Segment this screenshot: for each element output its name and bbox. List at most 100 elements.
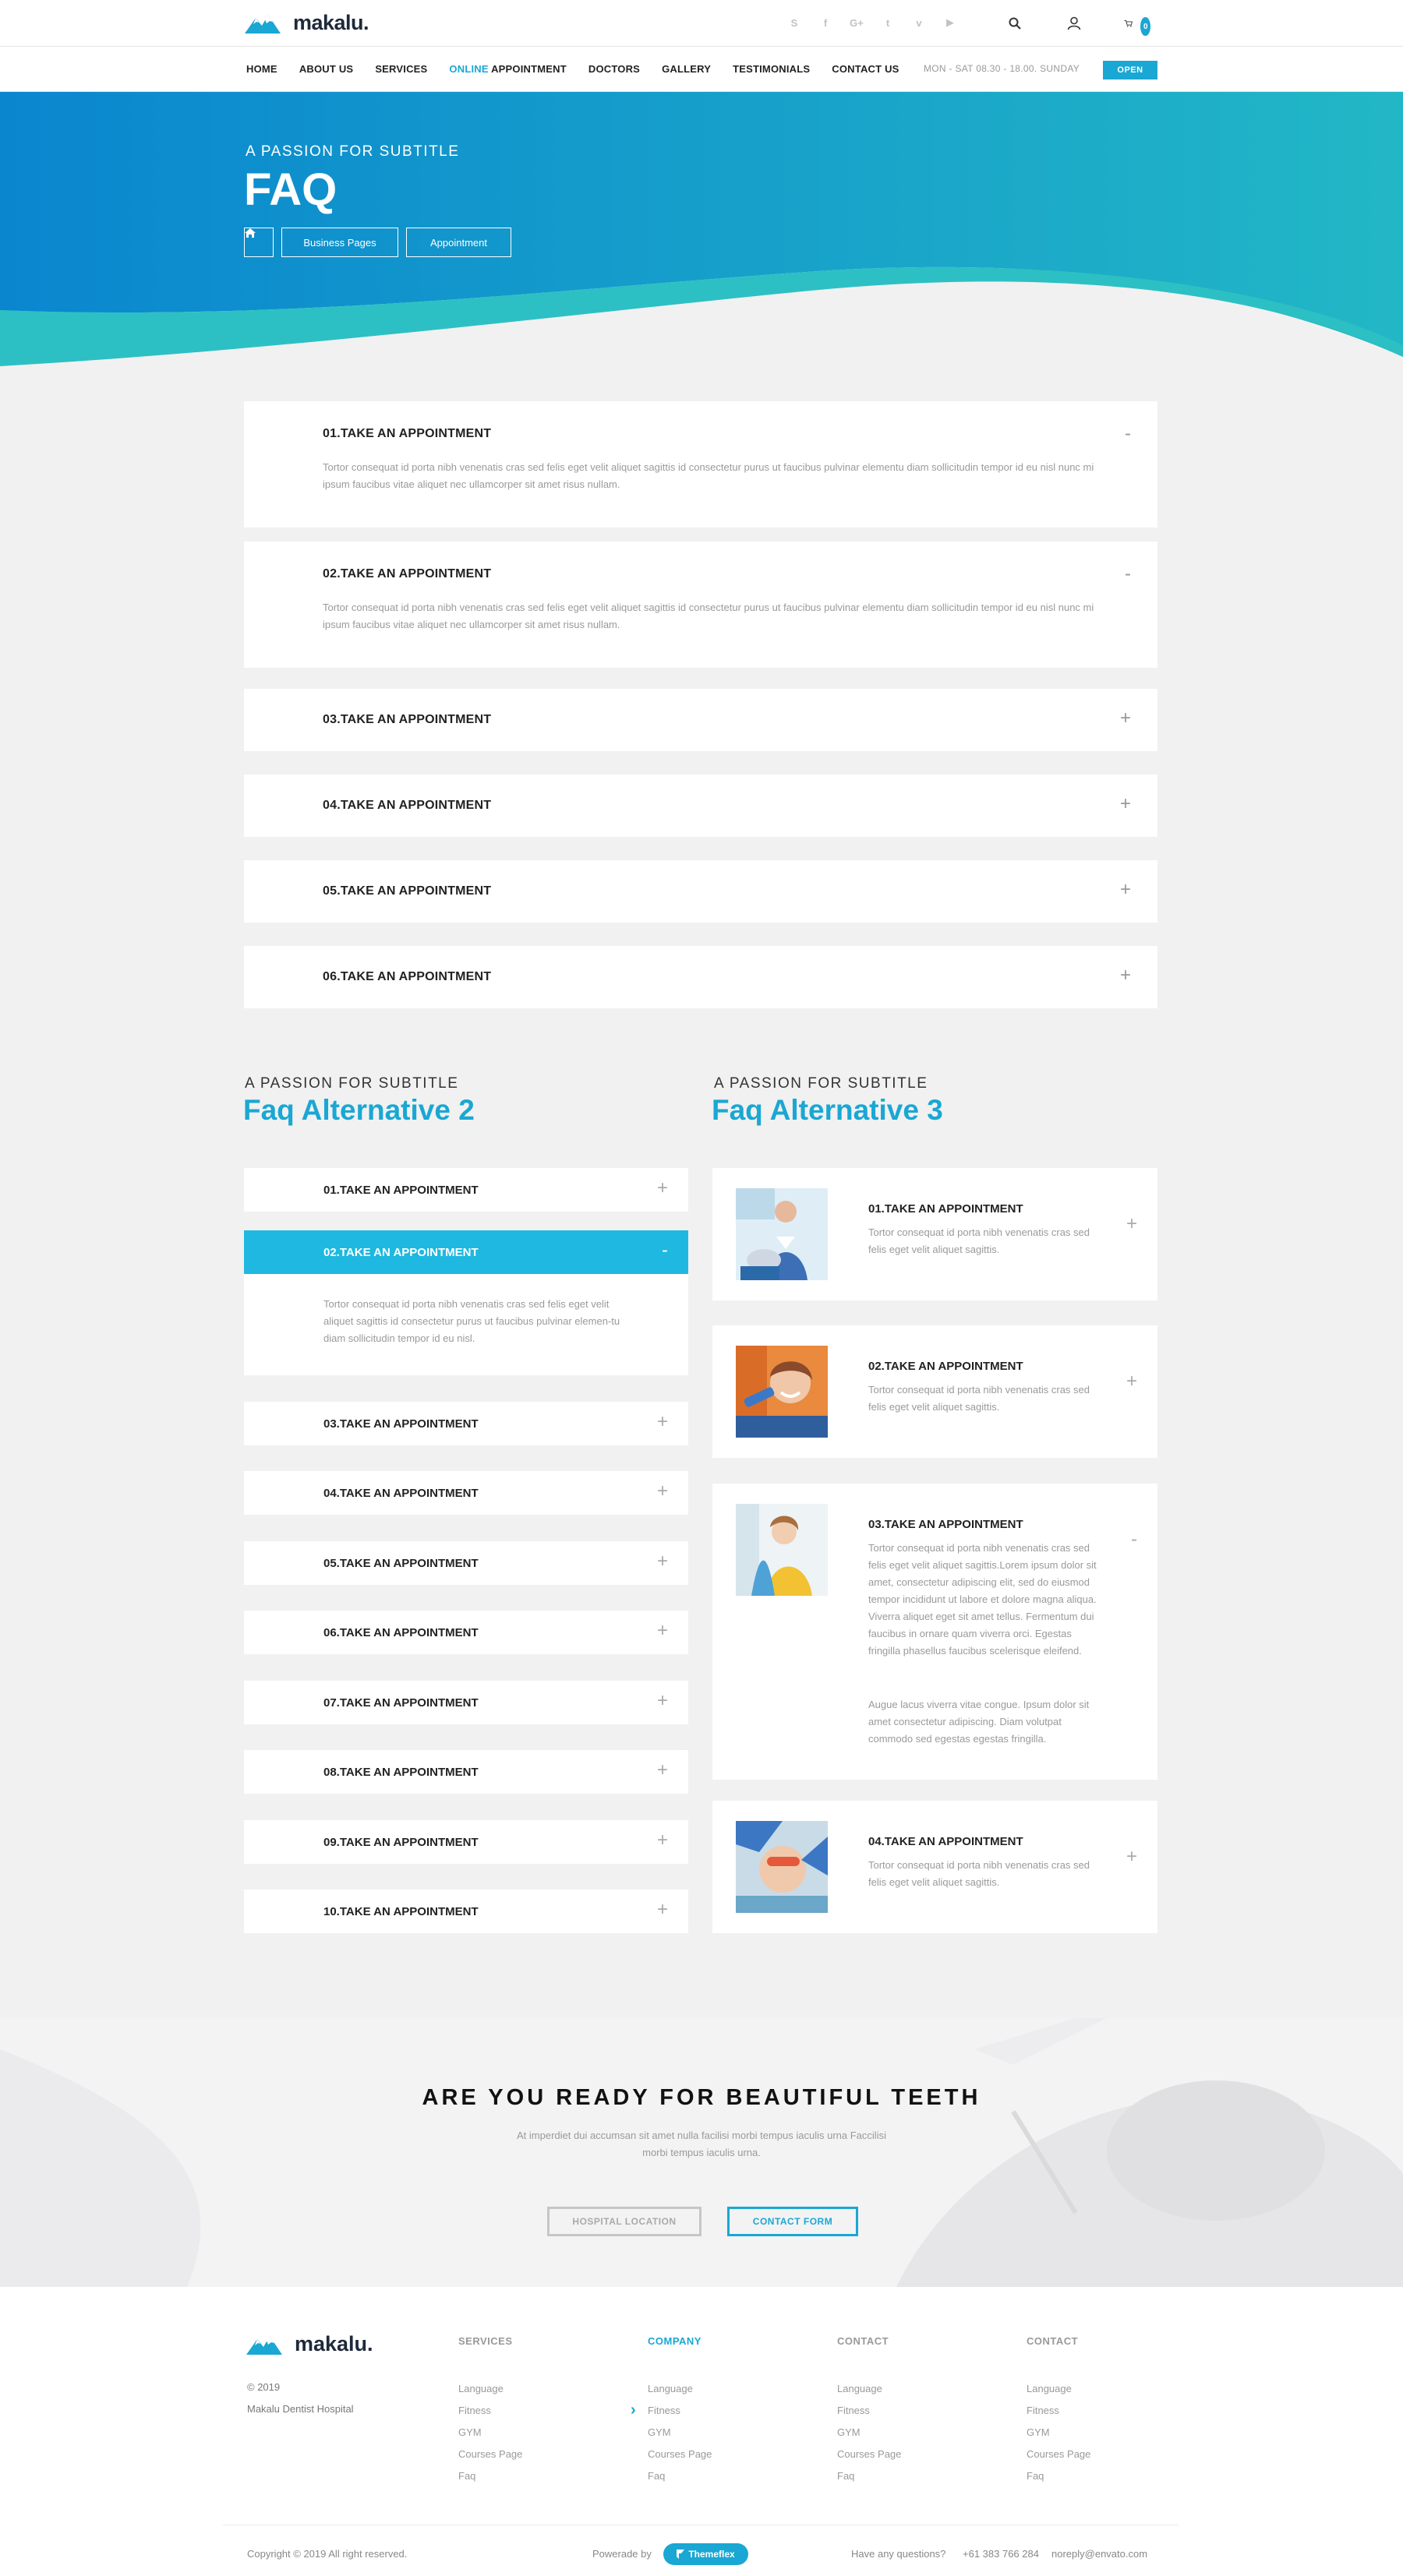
mountain-logo-icon bbox=[245, 14, 281, 34]
nav-gallery[interactable]: GALLERY bbox=[662, 63, 711, 75]
expand-icon[interactable]: + bbox=[1120, 795, 1131, 813]
expand-icon[interactable]: + bbox=[1126, 1372, 1137, 1391]
faq-alt2-item-active[interactable]: 02.TAKE AN APPOINTMENT - bbox=[244, 1230, 688, 1274]
collapse-icon[interactable]: - bbox=[1125, 565, 1131, 584]
faq-alt2-item[interactable]: 03.TAKE AN APPOINTMENT + bbox=[244, 1402, 688, 1445]
faq-item[interactable]: 01.TAKE AN APPOINTMENT - Tortor consequa… bbox=[244, 401, 1157, 528]
themeflex-badge[interactable]: Themeflex bbox=[663, 2543, 748, 2565]
faq-answer: Tortor consequat id porta nibh venenatis… bbox=[868, 1384, 1090, 1413]
faq-alt2-item[interactable]: 08.TAKE AN APPOINTMENT + bbox=[244, 1750, 688, 1794]
footer-link[interactable]: GYM bbox=[648, 2422, 712, 2444]
faq-item[interactable]: 03.TAKE AN APPOINTMENT + bbox=[244, 689, 1157, 751]
user-icon[interactable] bbox=[1065, 14, 1083, 33]
nav-home[interactable]: HOME bbox=[246, 63, 277, 75]
faq-question: 04.TAKE AN APPOINTMENT bbox=[323, 799, 492, 812]
expand-icon[interactable]: + bbox=[1126, 1215, 1137, 1233]
footer-phone[interactable]: +61 383 766 284 bbox=[963, 2548, 1039, 2560]
footer-link[interactable]: Faq bbox=[837, 2465, 901, 2487]
faq-question: 01.TAKE AN APPOINTMENT bbox=[323, 1184, 479, 1197]
nav-about-us[interactable]: ABOUT US bbox=[299, 63, 354, 75]
faq-item[interactable]: 02.TAKE AN APPOINTMENT - Tortor consequa… bbox=[244, 542, 1157, 668]
footer-link[interactable]: Language bbox=[648, 2378, 712, 2400]
vimeo-icon[interactable]: v bbox=[912, 16, 926, 30]
faq-alt3-item[interactable]: 02.TAKE AN APPOINTMENT Tortor consequat … bbox=[712, 1325, 1157, 1458]
youtube-icon[interactable]: ▶ bbox=[943, 16, 957, 30]
faq-alt2-item[interactable]: 05.TAKE AN APPOINTMENT + bbox=[244, 1541, 688, 1585]
faq-item[interactable]: 06.TAKE AN APPOINTMENT + bbox=[244, 946, 1157, 1008]
faq-alt2-item[interactable]: 01.TAKE AN APPOINTMENT + bbox=[244, 1168, 688, 1212]
hospital-location-button[interactable]: HOSPITAL LOCATION bbox=[547, 2207, 702, 2236]
faq-question: 04.TAKE AN APPOINTMENT bbox=[868, 1835, 1023, 1848]
contact-form-button[interactable]: CONTACT FORM bbox=[727, 2207, 858, 2236]
footer-link-active[interactable]: Fitness bbox=[631, 2399, 712, 2422]
faq-alt3-item[interactable]: 01.TAKE AN APPOINTMENT Tortor consequat … bbox=[712, 1168, 1157, 1300]
expand-icon[interactable]: + bbox=[657, 1761, 668, 1780]
footer-link[interactable]: GYM bbox=[458, 2422, 522, 2444]
faq-alt2-item[interactable]: 09.TAKE AN APPOINTMENT + bbox=[244, 1820, 688, 1864]
collapse-icon[interactable]: - bbox=[1131, 1530, 1137, 1549]
breadcrumb-home[interactable] bbox=[244, 228, 274, 257]
cart-count-badge: 0 bbox=[1140, 17, 1150, 36]
expand-icon[interactable]: + bbox=[657, 1692, 668, 1710]
nav-contact-us[interactable]: CONTACT US bbox=[832, 63, 899, 75]
footer-link[interactable]: Fitness bbox=[837, 2400, 901, 2422]
expand-icon[interactable]: + bbox=[657, 1621, 668, 1640]
nav-testimonials[interactable]: TESTIMONIALS bbox=[733, 63, 810, 75]
collapse-icon[interactable]: - bbox=[1125, 425, 1131, 443]
skype-icon[interactable]: S bbox=[787, 16, 801, 30]
expand-icon[interactable]: + bbox=[657, 1413, 668, 1431]
footer-link[interactable]: Courses Page bbox=[1027, 2444, 1090, 2465]
faq-question: 01.TAKE AN APPOINTMENT bbox=[323, 427, 492, 440]
expand-icon[interactable]: + bbox=[657, 1900, 668, 1919]
faq-alt3-item-open[interactable]: 03.TAKE AN APPOINTMENT Tortor consequat … bbox=[712, 1484, 1157, 1780]
footer-link[interactable]: GYM bbox=[837, 2422, 901, 2444]
breadcrumb-business-pages[interactable]: Business Pages bbox=[281, 228, 398, 257]
footer-link[interactable]: Faq bbox=[648, 2465, 712, 2487]
faq-alt2-item[interactable]: 10.TAKE AN APPOINTMENT + bbox=[244, 1890, 688, 1933]
footer-link[interactable]: Fitness bbox=[1027, 2400, 1090, 2422]
footer-question: Have any questions? bbox=[851, 2548, 946, 2560]
footer-link[interactable]: GYM bbox=[1027, 2422, 1090, 2444]
footer-link[interactable]: Courses Page bbox=[648, 2444, 712, 2465]
footer-link[interactable]: Courses Page bbox=[837, 2444, 901, 2465]
facebook-icon[interactable]: f bbox=[818, 16, 832, 30]
footer-link[interactable]: Courses Page bbox=[458, 2444, 522, 2465]
open-status-button[interactable]: OPEN bbox=[1103, 61, 1157, 79]
search-icon[interactable] bbox=[1005, 14, 1024, 33]
footer-link[interactable]: Faq bbox=[1027, 2465, 1090, 2487]
expand-icon[interactable]: + bbox=[1126, 1847, 1137, 1866]
collapse-icon[interactable]: - bbox=[662, 1241, 668, 1260]
footer-link[interactable]: Language bbox=[458, 2378, 522, 2400]
faq-alt2-item[interactable]: 06.TAKE AN APPOINTMENT + bbox=[244, 1611, 688, 1654]
nav-online-appointment[interactable]: ONLINE APPOINTMENT bbox=[449, 63, 566, 75]
faq-alt2-item[interactable]: 07.TAKE AN APPOINTMENT + bbox=[244, 1681, 688, 1724]
footer-link[interactable]: Language bbox=[1027, 2378, 1090, 2400]
footer-email[interactable]: noreply@envato.com bbox=[1051, 2548, 1147, 2560]
breadcrumb-appointment[interactable]: Appointment bbox=[406, 228, 511, 257]
google-plus-icon[interactable]: G+ bbox=[850, 16, 864, 30]
nav-doctors[interactable]: DOCTORS bbox=[588, 63, 640, 75]
footer-brand-name: makalu. bbox=[295, 2332, 373, 2355]
expand-icon[interactable]: + bbox=[657, 1179, 668, 1198]
footer-link[interactable]: Faq bbox=[458, 2465, 522, 2487]
expand-icon[interactable]: + bbox=[1120, 709, 1131, 728]
brand-logo[interactable]: makalu. bbox=[245, 11, 369, 35]
faq-item[interactable]: 05.TAKE AN APPOINTMENT + bbox=[244, 860, 1157, 923]
expand-icon[interactable]: + bbox=[657, 1831, 668, 1850]
footer-link[interactable]: Fitness bbox=[458, 2400, 522, 2422]
nav-services[interactable]: SERVICES bbox=[375, 63, 427, 75]
expand-icon[interactable]: + bbox=[657, 1482, 668, 1501]
faq-item[interactable]: 04.TAKE AN APPOINTMENT + bbox=[244, 775, 1157, 837]
expand-icon[interactable]: + bbox=[1120, 966, 1131, 985]
twitter-icon[interactable]: t bbox=[881, 16, 895, 30]
cart-icon[interactable]: 0 bbox=[1124, 14, 1150, 36]
footer-column-title: CONTACT bbox=[1027, 2335, 1079, 2347]
faq-alt3-item[interactable]: 04.TAKE AN APPOINTMENT Tortor consequat … bbox=[712, 1801, 1157, 1933]
footer-link[interactable]: Language bbox=[837, 2378, 901, 2400]
footer-company-info: © 2019 Makalu Dentist Hospital bbox=[247, 2377, 354, 2420]
faq-alt2-item[interactable]: 04.TAKE AN APPOINTMENT + bbox=[244, 1471, 688, 1515]
faq-alt2-subtitle: A PASSION FOR SUBTITLE bbox=[245, 1075, 459, 1092]
footer-logo[interactable]: makalu. bbox=[246, 2332, 373, 2356]
expand-icon[interactable]: + bbox=[1120, 880, 1131, 899]
expand-icon[interactable]: + bbox=[657, 1552, 668, 1571]
